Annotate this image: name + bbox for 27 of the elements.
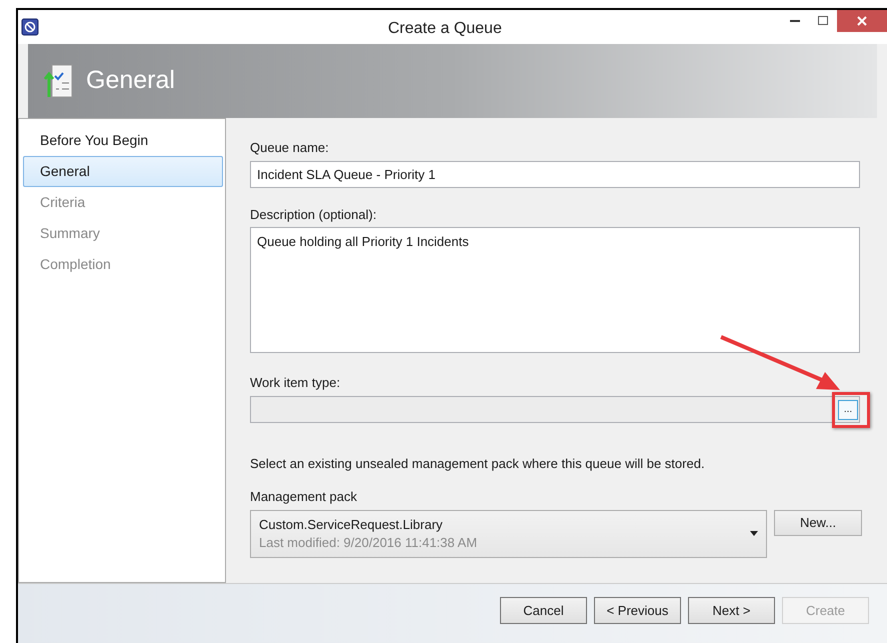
description-field[interactable]: Queue holding all Priority 1 Incidents [250, 227, 860, 353]
queue-name-field[interactable]: Incident SLA Queue - Priority 1 [250, 160, 860, 188]
last-modified-text: Last modified: 9/20/2016 11:41:38 AM [259, 534, 478, 552]
dialog-button[interactable]: Next > [688, 597, 775, 624]
browse-button[interactable]: ... [838, 400, 858, 420]
checklist-icon [44, 63, 74, 99]
maximize-icon [818, 16, 828, 24]
dialog-button[interactable]: Cancel [500, 597, 587, 624]
field-label: Queue name: [250, 139, 330, 157]
close-icon [857, 16, 867, 26]
step-item[interactable]: Before You Begin [23, 125, 223, 156]
minimize-icon [790, 18, 800, 22]
field-label: Work item type: [250, 374, 342, 392]
app-icon [21, 18, 39, 36]
new-button[interactable]: New... [774, 510, 862, 536]
dialog-button[interactable]: < Previous [594, 597, 681, 624]
step-item[interactable]: General [23, 156, 223, 187]
field-label: Description (optional): [250, 206, 378, 224]
dropdown-value: Custom.ServiceRequest.Library [259, 516, 444, 534]
management-pack-dropdown[interactable]: Custom.ServiceRequest.Library Last modified: 9/20/2016 11:41:38 AM [250, 510, 767, 558]
field-label: Management pack [250, 488, 358, 506]
page-heading: General [86, 65, 175, 96]
caret-icon [750, 531, 758, 536]
window-title: Create a Queue [388, 19, 502, 39]
close-button[interactable] [837, 10, 887, 32]
work-item-type-field[interactable] [250, 396, 860, 422]
instruction-text: Select an existing unsealed management pack where this queue will be stored. [250, 454, 706, 473]
